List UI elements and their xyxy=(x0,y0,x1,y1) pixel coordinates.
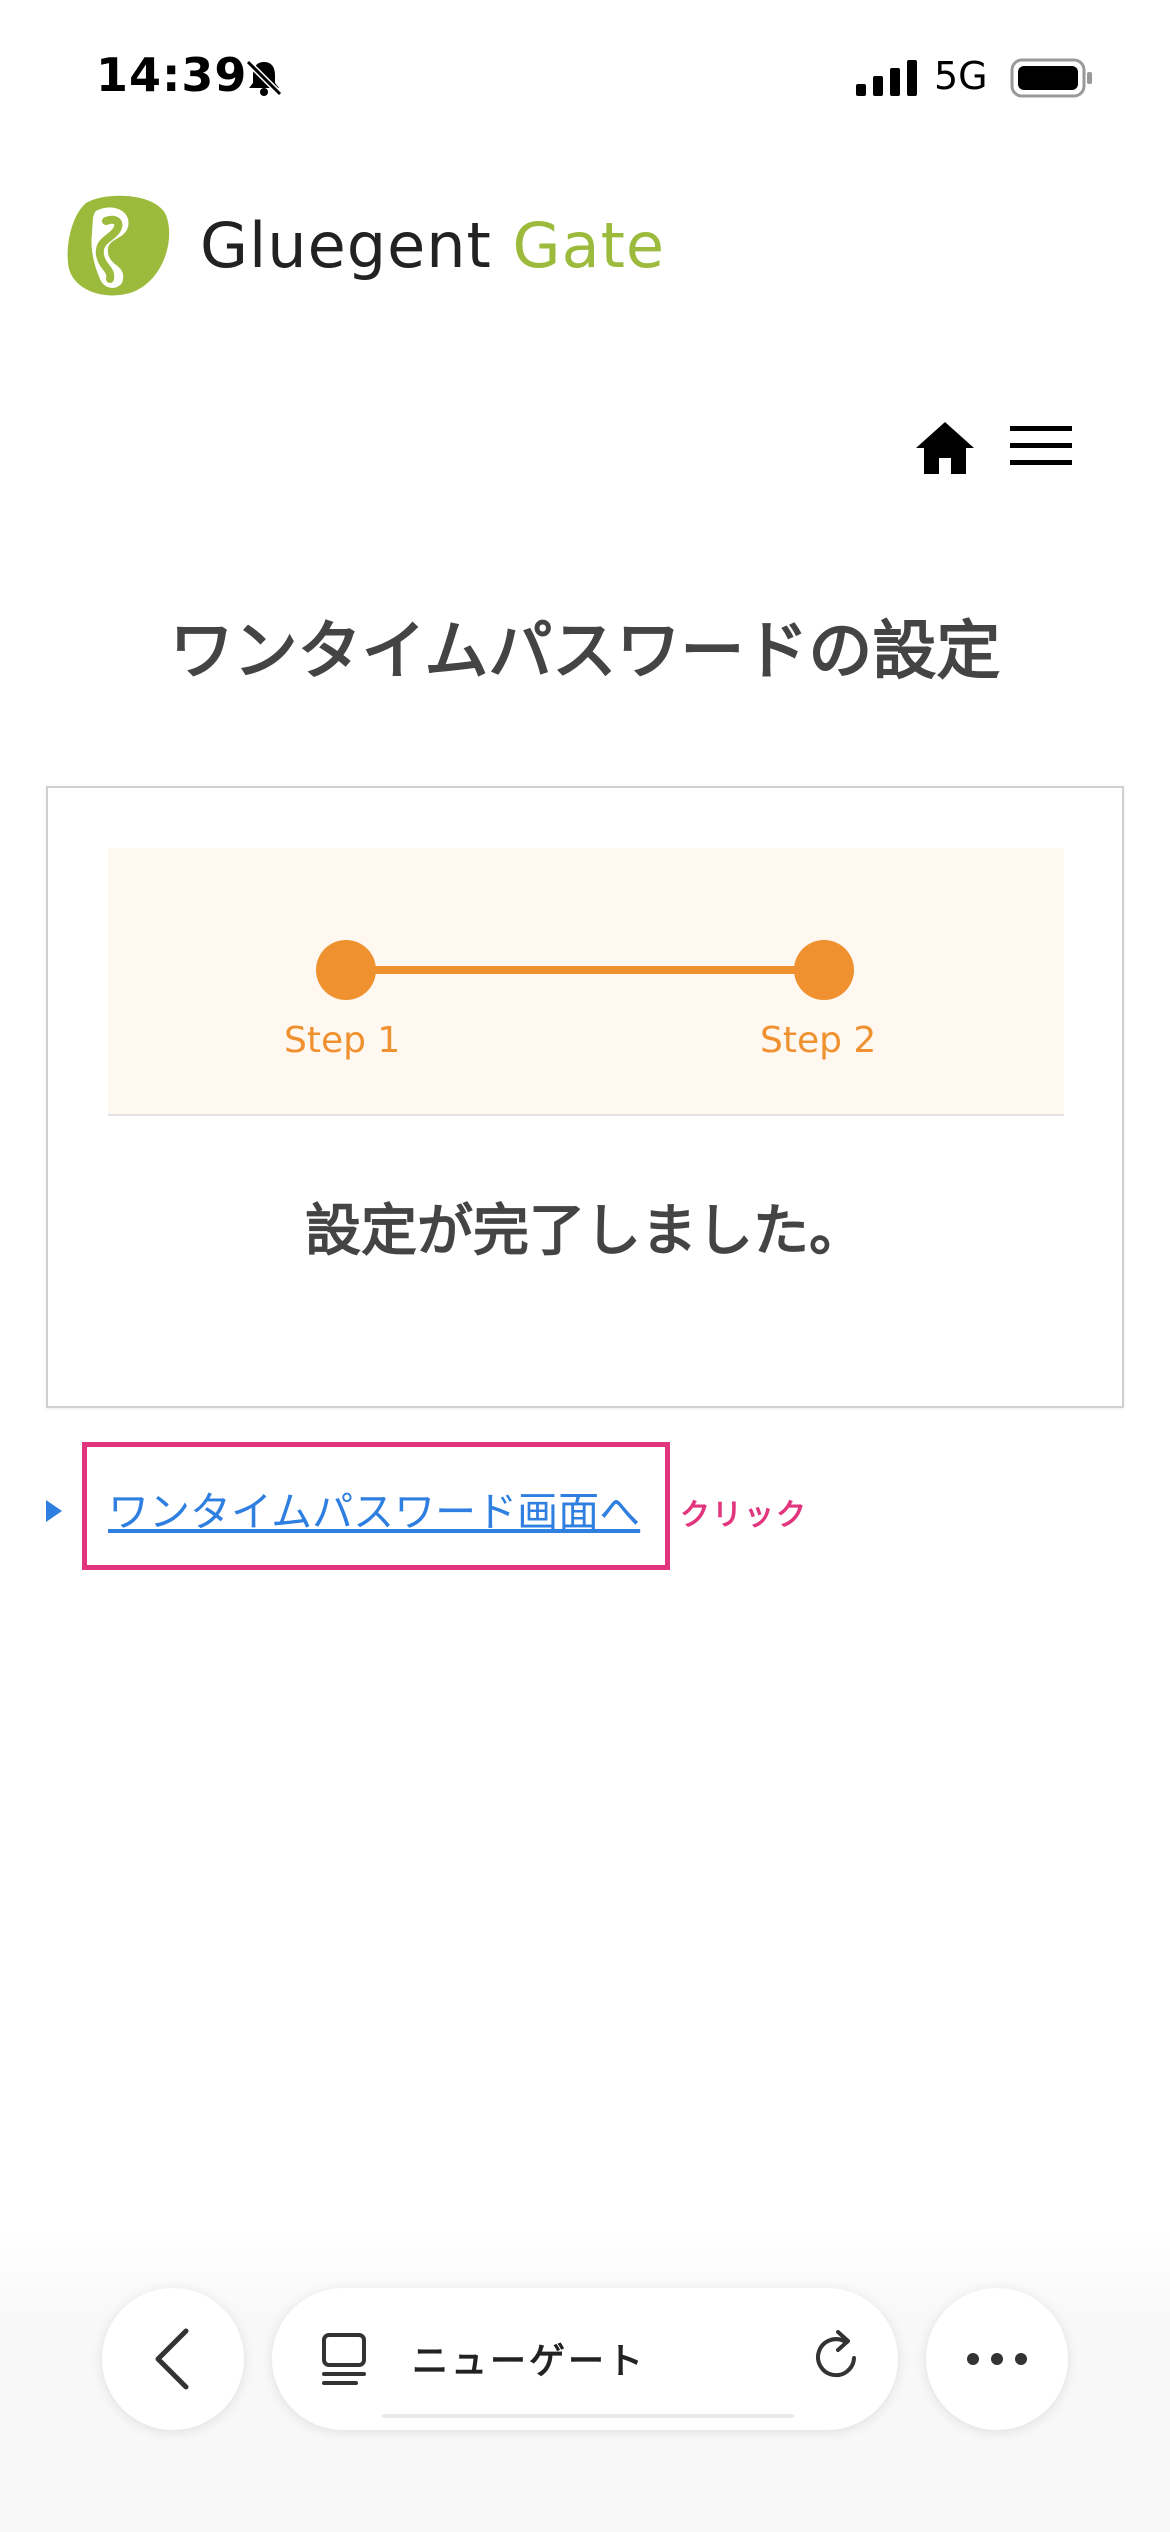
step-1-label: Step 1 xyxy=(284,1020,401,1061)
page-title: ワンタイムパスワードの設定 xyxy=(169,615,1001,689)
battery-icon xyxy=(1010,58,1092,98)
more-button[interactable] xyxy=(926,2288,1068,2430)
status-bar: 14:39 5G xyxy=(0,0,1170,150)
address-underline xyxy=(382,2414,794,2418)
bell-muted-icon xyxy=(245,59,283,97)
completion-message: 設定が完了しました。 xyxy=(305,1199,865,1264)
network-type: 5G xyxy=(934,54,988,98)
setup-complete-card: Step 1 Step 2 設定が完了しました。 xyxy=(46,786,1124,1408)
hamburger-menu-icon[interactable] xyxy=(1010,424,1072,468)
gluegent-gate-logo[interactable]: Gluegent Gate xyxy=(66,190,665,300)
step-progress: Step 1 Step 2 xyxy=(108,848,1064,1116)
gluegent-logo-mark-icon xyxy=(67,195,170,296)
address-text[interactable]: ニューゲート xyxy=(412,2332,646,2384)
logo-wordmark: Gluegent Gate xyxy=(200,209,665,282)
caret-right-icon xyxy=(46,1500,62,1522)
address-bar[interactable]: ニューゲート xyxy=(272,2288,898,2430)
tabs-icon[interactable] xyxy=(318,2332,370,2386)
logo-word-gluegent: Gluegent xyxy=(200,208,492,282)
logo-word-gate: Gate xyxy=(512,208,666,282)
step-1-dot xyxy=(316,940,376,1000)
more-icon xyxy=(967,2353,1027,2365)
reload-icon[interactable] xyxy=(808,2328,866,2386)
otp-screen-link[interactable]: ワンタイムパスワード画面へ xyxy=(108,1478,640,1538)
step-2-dot xyxy=(794,940,854,1000)
click-annotation: クリック xyxy=(680,1498,808,1533)
status-time: 14:39 xyxy=(96,48,248,102)
chevron-left-icon xyxy=(155,2328,189,2390)
home-icon[interactable] xyxy=(914,420,976,476)
step-progress-track xyxy=(316,940,854,1000)
back-button[interactable] xyxy=(102,2288,244,2430)
step-2-label: Step 2 xyxy=(760,1020,877,1061)
signal-icon xyxy=(856,60,917,96)
